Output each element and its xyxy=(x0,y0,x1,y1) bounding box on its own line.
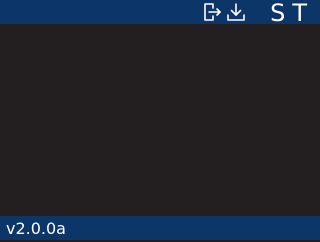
main-content-area xyxy=(0,24,320,216)
top-bar: ST xyxy=(0,0,320,27)
version-label: v2.0.0a xyxy=(6,219,66,238)
brand-logo-text: ST xyxy=(270,0,314,27)
status-bar: v2.0.0a xyxy=(0,216,320,240)
download-icon[interactable] xyxy=(226,2,246,22)
logout-icon[interactable] xyxy=(202,2,222,22)
